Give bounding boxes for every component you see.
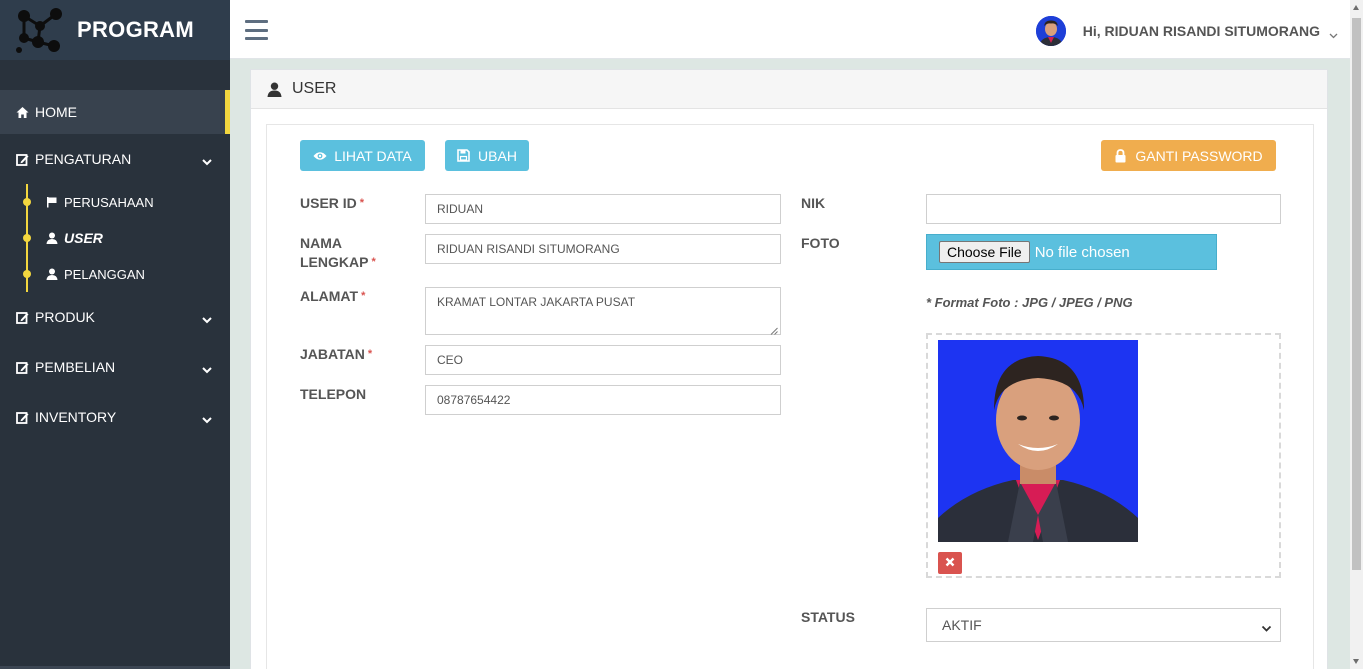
user-id-field[interactable]: RIDUAN [425,194,781,224]
sidebar-item-pelanggan[interactable]: PELANGGAN [0,256,230,292]
edit-icon [16,411,29,424]
sidebar-item-pengaturan[interactable]: PENGATURAN [0,134,230,184]
eye-icon [313,149,327,163]
position-field[interactable]: CEO [425,345,781,375]
position-label: JABATAN * [300,346,373,362]
sidebar-item-label: PRODUK [35,309,95,325]
bullet-dot [23,198,31,206]
chevron-down-icon [202,154,212,166]
status-value: AKTIF [942,617,982,633]
user-menu[interactable]: Hi, RIDUAN RISANDI SITUMORANG [1035,16,1338,46]
sidebar-item-label: INVENTORY [35,409,117,425]
panel-header: USER [251,70,1327,109]
sidebar-item-home[interactable]: HOME [0,90,230,134]
avatar [1035,16,1066,46]
edit-icon [16,153,29,166]
edit-icon [16,311,29,324]
nik-field[interactable] [926,194,1281,224]
remove-photo-button[interactable] [938,552,962,574]
sidebar-item-inventory[interactable]: INVENTORY [0,392,230,442]
lock-icon [1114,148,1128,163]
scrollbar-thumb[interactable] [1352,18,1361,570]
user-greeting: Hi, RIDUAN RISANDI SITUMORANG [1082,23,1320,39]
sidebar-item-user[interactable]: USER [0,220,230,256]
menu-toggle-icon[interactable] [245,20,268,40]
scroll-up-icon[interactable] [1353,5,1359,10]
file-status-text: No file chosen [1034,243,1130,261]
molecule-logo-icon [14,4,66,56]
user-panel: USER LIHAT DATA UBAH GANTI PASSWORD USER… [250,69,1328,669]
choose-file-button[interactable]: Choose File [939,241,1030,263]
save-label: UBAH [478,147,517,164]
view-data-button[interactable]: LIHAT DATA [300,140,425,171]
chevron-down-icon [202,412,212,424]
photo-file-input[interactable]: Choose File No file chosen [926,234,1217,270]
profile-photo [938,340,1138,542]
address-label: ALAMAT * [300,288,366,304]
sidebar-item-label: USER [64,230,103,246]
resize-handle-icon[interactable] [770,324,778,335]
brand[interactable]: PROGRAM [0,0,230,60]
sidebar-item-label: HOME [35,104,77,120]
sidebar: PROGRAM HOME PENGATURAN PERUSAHAAN USER … [0,0,230,669]
page-scrollbar[interactable] [1350,0,1363,669]
chevron-down-icon [202,362,212,374]
page-title: USER [292,80,337,97]
photo-format-note: * Format Foto : JPG / JPEG / PNG [926,295,1133,310]
change-password-label: GANTI PASSWORD [1135,147,1263,164]
submenu-pengaturan: PERUSAHAAN USER PELANGGAN [0,184,230,292]
bullet-dot [23,270,31,278]
scroll-down-icon[interactable] [1353,659,1359,664]
nik-label: NIK [801,195,826,211]
chevron-down-icon [202,312,212,324]
phone-field[interactable]: 08787654422 [425,385,781,415]
topbar: Hi, RIDUAN RISANDI SITUMORANG [230,0,1350,59]
save-button[interactable]: UBAH [445,140,529,171]
sidebar-item-label: PERUSAHAAN [64,194,154,210]
chevron-down-icon [1261,621,1272,632]
change-password-button[interactable]: GANTI PASSWORD [1101,140,1276,171]
photo-label: FOTO [801,235,840,251]
full-name-field[interactable]: RIDUAN RISANDI SITUMORANG [425,234,781,264]
photo-preview-box [926,333,1281,578]
sidebar-item-label: PELANGGAN [64,266,145,282]
chevron-down-icon [1329,27,1338,38]
sidebar-item-perusahaan[interactable]: PERUSAHAAN [0,184,230,220]
sidebar-item-pembelian[interactable]: PEMBELIAN [0,342,230,392]
save-icon [457,148,471,163]
close-icon [945,554,955,572]
home-icon [16,106,29,119]
user-form: LIHAT DATA UBAH GANTI PASSWORD USER ID * … [266,124,1314,669]
sidebar-item-produk[interactable]: PRODUK [0,292,230,342]
bullet-dot [23,234,31,242]
view-data-label: LIHAT DATA [334,147,412,164]
user-id-label: USER ID * [300,195,365,211]
user-icon [267,82,282,97]
status-select[interactable]: AKTIF [926,608,1281,642]
user-icon [46,268,58,280]
address-field[interactable]: KRAMAT LONTAR JAKARTA PUSAT [425,287,781,335]
sidebar-nav: HOME PENGATURAN PERUSAHAAN USER PELANGGA… [0,90,230,442]
phone-label: TELEPON [300,386,367,402]
edit-icon [16,361,29,374]
flag-icon [46,196,58,208]
sidebar-item-label: PENGATURAN [35,151,132,167]
user-icon [46,232,58,244]
address-value: KRAMAT LONTAR JAKARTA PUSAT [437,295,636,309]
brand-name: PROGRAM [77,17,194,42]
full-name-label: NAMA LENGKAP * [300,235,376,270]
status-label: STATUS [801,609,855,625]
sidebar-item-label: PEMBELIAN [35,359,116,375]
